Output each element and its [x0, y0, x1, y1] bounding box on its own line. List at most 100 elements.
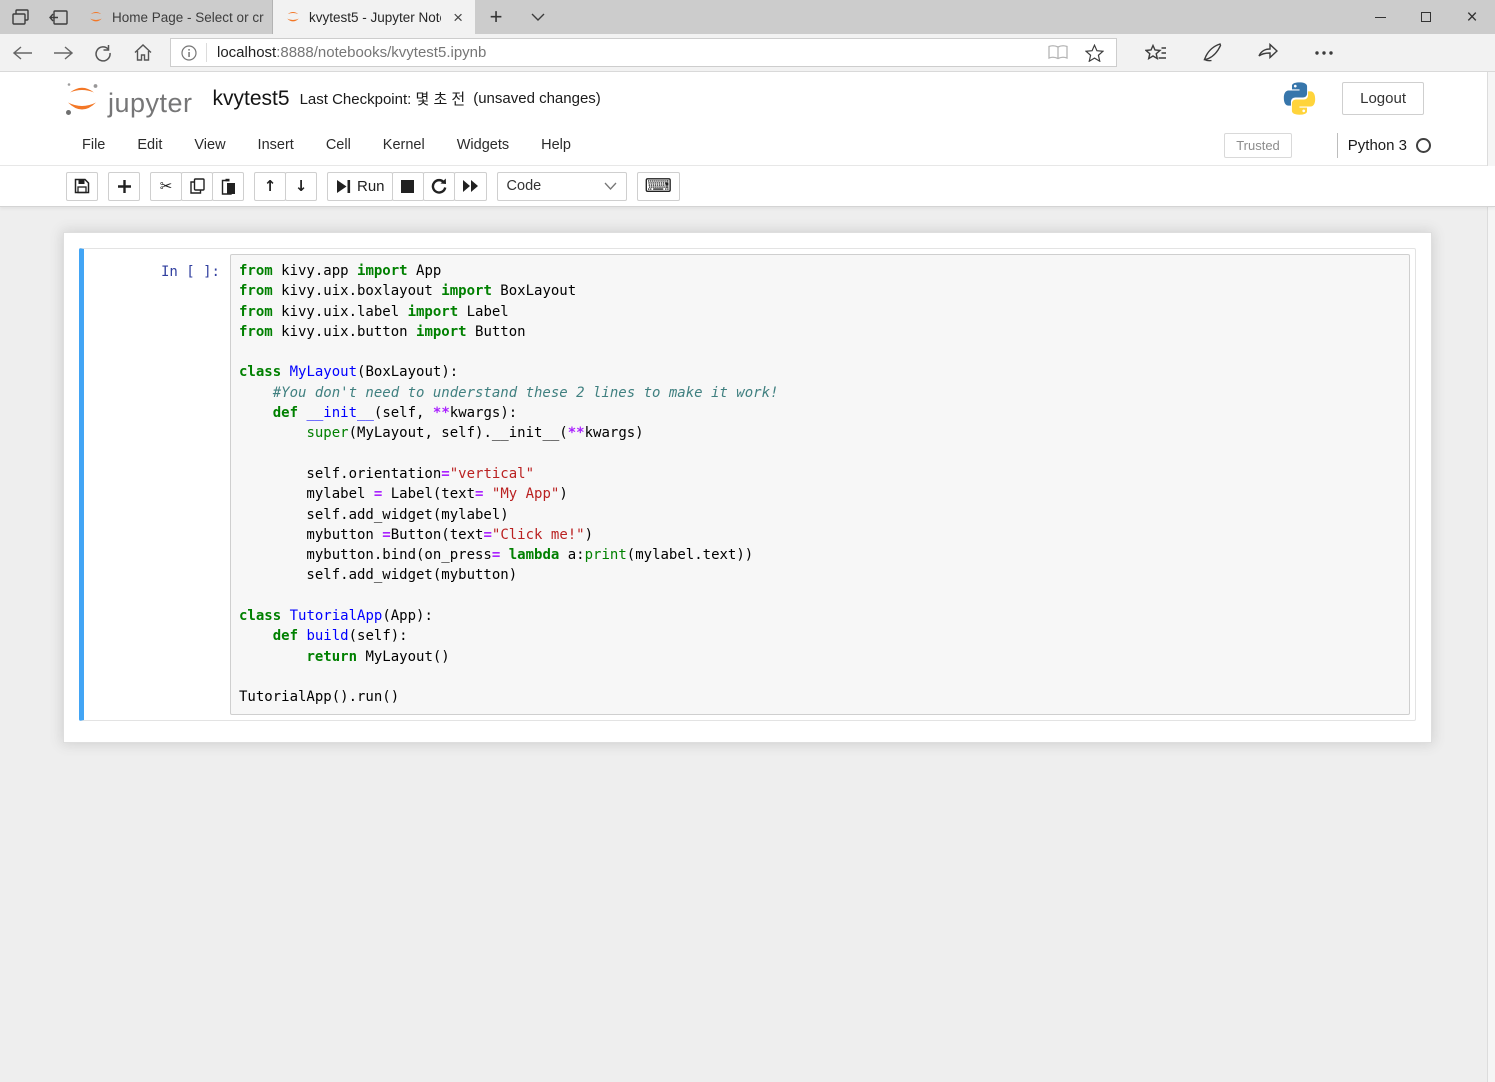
notebook-toolbar: ✂ ↑ ↓ Run Code ⌨	[0, 166, 1495, 207]
close-window-button[interactable]: ×	[1449, 0, 1495, 34]
cell-type-value: Code	[506, 178, 542, 194]
back-button[interactable]	[6, 38, 40, 68]
minimize-window-button[interactable]	[1357, 0, 1403, 34]
cell-type-select[interactable]: Code	[496, 171, 627, 201]
code-line: from kivy.app import App	[239, 263, 442, 279]
urlbox-icons	[1042, 40, 1110, 66]
set-tabs-aside-icon[interactable]	[46, 5, 70, 29]
kernel-separator	[1336, 132, 1338, 158]
code-line: super(MyLayout, self).__init__(**kwargs)	[306, 425, 644, 442]
restart-run-all-button[interactable]	[453, 171, 487, 201]
hub-favorites-icon[interactable]	[1141, 38, 1171, 68]
more-options-icon[interactable]	[1309, 38, 1339, 68]
command-palette-button[interactable]: ⌨	[636, 171, 680, 201]
logout-button[interactable]: Logout	[1342, 82, 1424, 115]
copy-cell-button[interactable]	[181, 171, 213, 201]
code-line: class MyLayout(BoxLayout):	[239, 364, 459, 381]
menu-item-file[interactable]: File	[66, 125, 121, 165]
move-cell-down-button[interactable]: ↓	[285, 171, 317, 201]
tab-actions	[0, 0, 76, 34]
home-button[interactable]	[126, 38, 160, 68]
keyboard-icon: ⌨	[644, 174, 672, 197]
run-label: Run	[357, 177, 385, 195]
browser-toolbar-icons	[1141, 38, 1339, 68]
browser-address-bar: localhost:8888/notebooks/kvytest5.ipynb	[0, 34, 1495, 72]
restart-kernel-button[interactable]	[422, 171, 455, 201]
jupyter-favicon	[88, 9, 104, 25]
code-line: mybutton =Button(text="Click me!")	[239, 526, 594, 543]
arrow-down-icon: ↓	[294, 176, 308, 195]
code-cell-selected[interactable]: In [ ]: from kivy.app import App from kiv…	[79, 248, 1416, 721]
jupyter-favicon	[285, 9, 301, 25]
code-line: mybutton.bind(on_press= lambda a:print(m…	[239, 547, 754, 564]
restart-icon	[431, 178, 446, 194]
tab-preview-icon[interactable]	[8, 5, 32, 29]
titlebar-drag-area	[559, 0, 1357, 34]
code-line: from kivy.uix.boxlayout import BoxLayout	[239, 283, 577, 300]
move-cell-up-button[interactable]: ↑	[254, 171, 286, 201]
browser-tab-kvytest5[interactable]: kvytest5 - Jupyter Notel ×	[273, 0, 475, 34]
new-tab-button[interactable]: +	[475, 0, 517, 34]
minimize-icon	[1374, 16, 1386, 18]
tab-title: Home Page - Select or creat	[112, 9, 264, 25]
scrollbar-track[interactable]	[1487, 72, 1495, 1082]
reading-view-icon[interactable]	[1042, 40, 1074, 66]
share-icon[interactable]	[1253, 38, 1283, 68]
forward-button[interactable]	[46, 38, 80, 68]
tab-preview-chevron-icon[interactable]	[517, 0, 559, 34]
browser-tab-bar: Home Page - Select or creat kvytest5 - J…	[0, 0, 1495, 34]
tab-title: kvytest5 - Jupyter Notel	[309, 9, 442, 25]
menu-item-help[interactable]: Help	[525, 125, 587, 165]
site-info-icon[interactable]	[181, 44, 197, 61]
code-line: self.add_widget(mylabel)	[239, 506, 509, 523]
nav-buttons	[0, 38, 170, 68]
step-forward-icon	[337, 179, 351, 193]
fast-forward-icon	[462, 180, 478, 192]
paste-cell-button[interactable]	[212, 171, 244, 201]
menu-item-view[interactable]: View	[178, 125, 241, 165]
url-path: :8888/notebooks/kvytest5.ipynb	[276, 44, 487, 61]
menu-item-cell[interactable]: Cell	[310, 125, 367, 165]
favorite-star-icon[interactable]	[1078, 40, 1110, 66]
notebook-container: In [ ]: from kivy.app import App from kiv…	[63, 232, 1432, 743]
menu-item-kernel[interactable]: Kernel	[367, 125, 441, 165]
trusted-badge[interactable]: Trusted	[1224, 132, 1292, 158]
code-line: class TutorialApp(App):	[239, 608, 433, 625]
url-text[interactable]: localhost:8888/notebooks/kvytest5.ipynb	[217, 44, 1042, 61]
menu-item-widgets[interactable]: Widgets	[441, 125, 525, 165]
code-line: #You don't need to understand these 2 li…	[239, 384, 779, 401]
url-divider	[206, 43, 207, 62]
maximize-window-button[interactable]	[1403, 0, 1449, 34]
code-line: from kivy.uix.label import Label	[239, 303, 509, 320]
menu-item-edit[interactable]: Edit	[121, 125, 178, 165]
menu-item-insert[interactable]: Insert	[242, 125, 310, 165]
interrupt-kernel-button[interactable]	[391, 171, 424, 201]
scissors-icon: ✂	[159, 176, 173, 195]
jupyter-logo-text: jupyter	[108, 87, 193, 118]
save-button[interactable]	[66, 171, 98, 201]
cut-cell-button[interactable]: ✂	[150, 171, 182, 201]
maximize-icon	[1421, 12, 1431, 22]
url-bar[interactable]: localhost:8888/notebooks/kvytest5.ipynb	[170, 38, 1117, 67]
menu-bar-right: Trusted Python 3	[1224, 132, 1495, 158]
paste-icon	[221, 178, 235, 195]
code-line: def build(self):	[272, 628, 408, 645]
kernel-idle-indicator-icon	[1416, 137, 1431, 153]
kernel-name-label: Python 3	[1347, 136, 1407, 154]
jupyter-logo-icon	[66, 82, 98, 115]
web-note-pen-icon[interactable]	[1197, 38, 1227, 68]
run-cell-button[interactable]: Run	[327, 171, 393, 201]
jupyter-logo[interactable]: jupyter	[62, 79, 193, 119]
jupyter-header: jupyter kvytest5 Last Checkpoint: 몇 초 전 …	[0, 72, 1495, 125]
code-line: return MyLayout()	[306, 648, 450, 665]
add-cell-button[interactable]	[108, 171, 140, 201]
browser-window: Home Page - Select or creat kvytest5 - J…	[0, 0, 1495, 1082]
notebook-title[interactable]: kvytest5	[213, 87, 290, 111]
browser-tab-home[interactable]: Home Page - Select or creat	[76, 0, 273, 34]
refresh-button[interactable]	[86, 38, 120, 68]
code-input-area[interactable]: from kivy.app import App from kivy.uix.bo…	[230, 254, 1410, 715]
tab-close-icon[interactable]: ×	[449, 9, 467, 26]
